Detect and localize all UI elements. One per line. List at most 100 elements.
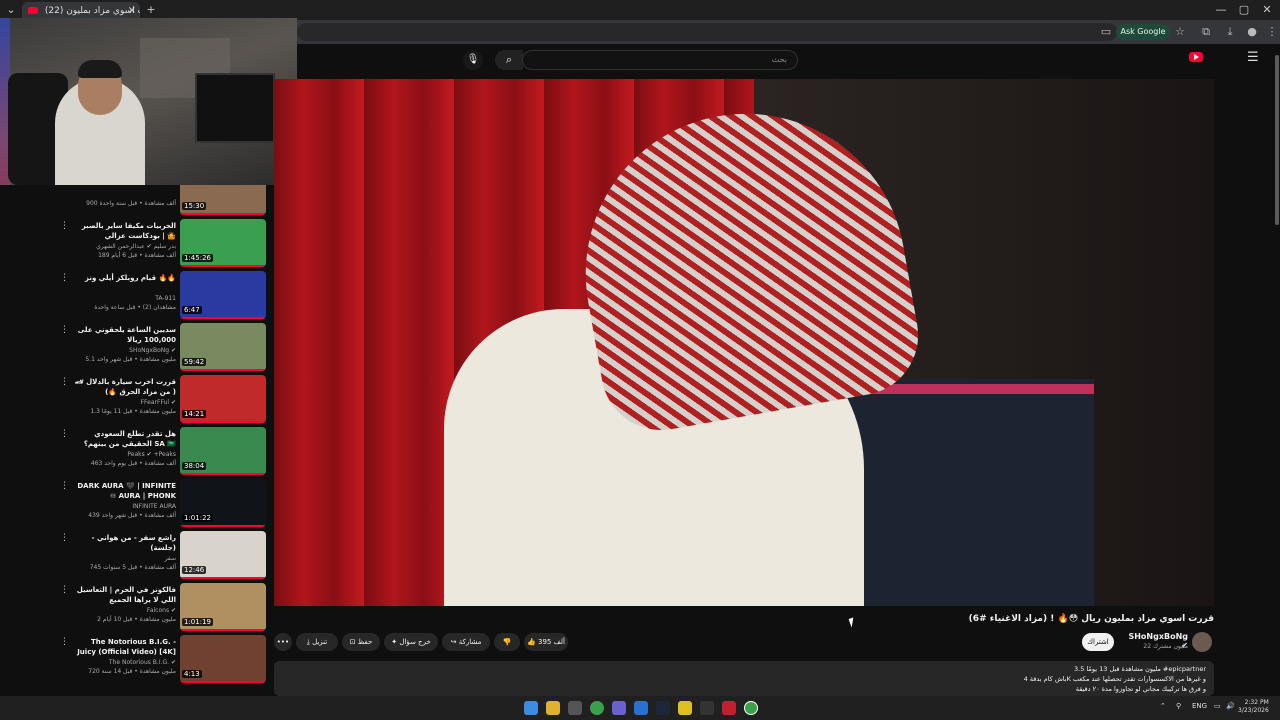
menu-icon[interactable]: ☰: [1247, 50, 1259, 65]
recommendation-title[interactable]: راشع سفر - من هواني - (جلسة): [72, 533, 176, 553]
recommendation-meta: 900 ألف مشاهدة • قبل سنة واحدة: [86, 200, 176, 207]
recommendation-title[interactable]: فالكونز في الحرم | التعاسيل اللي لا يراه…: [72, 585, 176, 605]
chrome-icon[interactable]: [590, 701, 604, 715]
recommendation-item[interactable]: 14:21 قررت اخرب سيارة بالدلال 🏎 ( من مزاد…: [0, 375, 274, 427]
description-box[interactable]: 3.5 مليون مشاهدة قبل 13 يومًا #epicpartn…: [274, 661, 1214, 696]
tray-volume-icon[interactable]: 🔊: [1226, 702, 1235, 710]
recommendation-meta: 5.1 مليون مشاهدة • قبل شهر واحد: [85, 356, 176, 363]
save-button[interactable]: ⊡ حفظ: [342, 633, 380, 651]
chrome-active-icon[interactable]: [744, 701, 758, 715]
search-icon[interactable]: ⌕: [495, 50, 523, 70]
new-tab-button[interactable]: +: [140, 2, 162, 18]
recommendation-item[interactable]: 1:01:19 فالكونز في الحرم | التعاسيل اللي …: [0, 583, 274, 635]
scrollbar-thumb[interactable]: [1275, 55, 1279, 225]
ask-button[interactable]: ✦ خرج سؤال: [384, 633, 438, 651]
start-icon[interactable]: [524, 701, 538, 715]
duration-badge: 59:42: [182, 358, 207, 366]
more-options-icon[interactable]: ⋮: [60, 481, 69, 491]
more-actions-button[interactable]: •••: [274, 633, 292, 651]
watched-progress-bar: [180, 681, 266, 683]
profile-avatar[interactable]: ●: [1244, 24, 1260, 40]
tray-chevron-icon[interactable]: ⌃: [1160, 702, 1166, 710]
tab-search-icon[interactable]: ⌄: [0, 2, 22, 18]
voice-search-icon[interactable]: 🎙: [463, 50, 483, 70]
more-options-icon[interactable]: ⋮: [60, 637, 69, 647]
recommendation-meta: 463 ألف مشاهدة • قبل يوم واحد: [90, 460, 176, 467]
download-button[interactable]: ⤓ تنزيل: [296, 633, 338, 651]
recommendation-channel[interactable]: FFearFFul ✔: [72, 398, 176, 407]
search-input[interactable]: بحث: [522, 50, 798, 70]
recommendation-title[interactable]: الحربيات مكيفا ساير بالصبر 🤷 | بودكاست ع…: [72, 221, 176, 241]
channel-avatar[interactable]: [1192, 632, 1212, 652]
more-options-icon[interactable]: ⋮: [60, 377, 69, 387]
more-options-icon[interactable]: ⋮: [60, 533, 69, 543]
recommendation-thumbnail[interactable]: [180, 185, 266, 215]
close-window-button[interactable]: ✕: [1256, 2, 1278, 18]
recommendation-item[interactable]: 15:30 الإتزان 900 ألف مشاهدة • قبل سنة واح…: [0, 185, 274, 219]
more-options-icon[interactable]: ⋮: [60, 221, 69, 231]
recommendation-item[interactable]: 1:01:22 DARK AURA 🖤 | INFINITE ♾ AURA | P…: [0, 479, 274, 531]
duration-badge: 1:45:26: [182, 254, 213, 262]
like-button[interactable]: 👍 395 ألف: [524, 633, 568, 651]
recommendation-item[interactable]: 6:47 قبام روبلكز أيلي ونز 🔥🔥 TA-911 مشاهدان…: [0, 271, 274, 323]
steam-icon[interactable]: [656, 701, 670, 715]
tray-display-icon[interactable]: ▭: [1214, 702, 1221, 710]
video-player[interactable]: [274, 79, 1214, 606]
download-icon[interactable]: ⤓: [1222, 24, 1238, 40]
recommendation-channel[interactable]: Falcons ✔: [72, 606, 176, 615]
webcam-overlay: [0, 18, 297, 185]
address-bar[interactable]: [297, 23, 1117, 41]
bookmark-star-icon[interactable]: ☆: [1172, 24, 1188, 40]
recommendation-title[interactable]: DARK AURA 🖤 | INFINITE ♾ AURA | PHONK PL…: [72, 481, 176, 501]
subscribe-button[interactable]: اشتراك: [1082, 633, 1114, 651]
duration-badge: 1:01:19: [182, 618, 213, 626]
notes-icon[interactable]: [678, 701, 692, 715]
more-options-icon[interactable]: ⋮: [60, 429, 69, 439]
dislike-button[interactable]: 👎: [494, 633, 520, 651]
ask-google-button[interactable]: Ask Google: [1116, 24, 1170, 40]
language-indicator[interactable]: ENG: [1192, 702, 1207, 710]
mouse-cursor: [848, 617, 857, 628]
recommendation-item[interactable]: 59:42 سديين الساعة يلحقوني على 100,000 ري…: [0, 323, 274, 375]
discord-icon[interactable]: [612, 701, 626, 715]
settings-icon[interactable]: [568, 701, 582, 715]
more-options-icon[interactable]: ⋮: [60, 325, 69, 335]
minimize-button[interactable]: —: [1210, 2, 1232, 18]
recommendation-title[interactable]: قبام روبلكز أيلي ونز 🔥🔥: [72, 273, 176, 293]
more-options-icon[interactable]: ⋮: [60, 585, 69, 595]
recommendation-title[interactable]: قررت اخرب سيارة بالدلال 🏎 ( من مزاد الحر…: [72, 377, 176, 397]
watched-progress-bar: [180, 473, 266, 475]
recommendation-channel[interactable]: SHoNgxBoNg ✔: [72, 346, 176, 355]
media-icon[interactable]: [722, 701, 736, 715]
recommendation-channel[interactable]: Peaks ✔ +Peaks: [72, 450, 176, 459]
recommendation-channel[interactable]: INFINITE AURA: [72, 502, 176, 511]
recommendation-title[interactable]: سديين الساعة يلحقوني على 100,000 ريالا: [72, 325, 176, 345]
mail-icon[interactable]: [634, 701, 648, 715]
recommendation-channel[interactable]: بدر سليم ✔ عبدالرحمن الشهري: [72, 242, 176, 251]
cast-icon[interactable]: ▭: [1098, 24, 1114, 40]
recommendation-item[interactable]: 4:13 The Notorious B.I.G. - Juicy (Offici…: [0, 635, 274, 687]
recommendation-item[interactable]: 38:04 هل تقدر تطلع السعودي الحقيقي من بين…: [0, 427, 274, 479]
browser-menu-icon[interactable]: ⋮: [1264, 24, 1280, 40]
youtube-logo[interactable]: [1189, 52, 1203, 62]
watched-progress-bar: [180, 421, 266, 423]
recommendation-title[interactable]: The Notorious B.I.G. - Juicy (Official V…: [72, 637, 176, 657]
maximize-button[interactable]: ▢: [1233, 2, 1255, 18]
share-button[interactable]: ↪ مشاركة: [442, 633, 490, 651]
recommendation-channel[interactable]: The Notorious B.I.G. ✔: [72, 658, 176, 667]
more-options-icon[interactable]: ⋮: [60, 273, 69, 283]
recommendation-title[interactable]: هل تقدر تطلع السعودي الحقيقي من بينهم؟ S…: [72, 429, 176, 449]
extensions-icon[interactable]: ⧉: [1198, 24, 1214, 40]
recommendation-channel[interactable]: TA-911: [72, 294, 176, 303]
save-label: حفظ: [357, 638, 373, 646]
recommendation-meta: 2 مليون مشاهدة • قبل 10 أيام: [97, 616, 176, 623]
download-label: تنزيل: [312, 638, 328, 646]
terminal-icon[interactable]: [700, 701, 714, 715]
recommendation-item[interactable]: 12:46 راشع سفر - من هواني - (جلسة) سفر 745 …: [0, 531, 274, 583]
recommendation-title[interactable]: الإتزان: [72, 185, 176, 189]
recommendation-channel[interactable]: سفر: [72, 554, 176, 563]
file-explorer-icon[interactable]: [546, 701, 560, 715]
recommendation-item[interactable]: 1:45:26 الحربيات مكيفا ساير بالصبر 🤷 | بو…: [0, 219, 274, 271]
tray-network-icon[interactable]: ⚲: [1176, 702, 1181, 710]
system-clock[interactable]: 2:32 PM 3/23/2026: [1238, 699, 1269, 715]
